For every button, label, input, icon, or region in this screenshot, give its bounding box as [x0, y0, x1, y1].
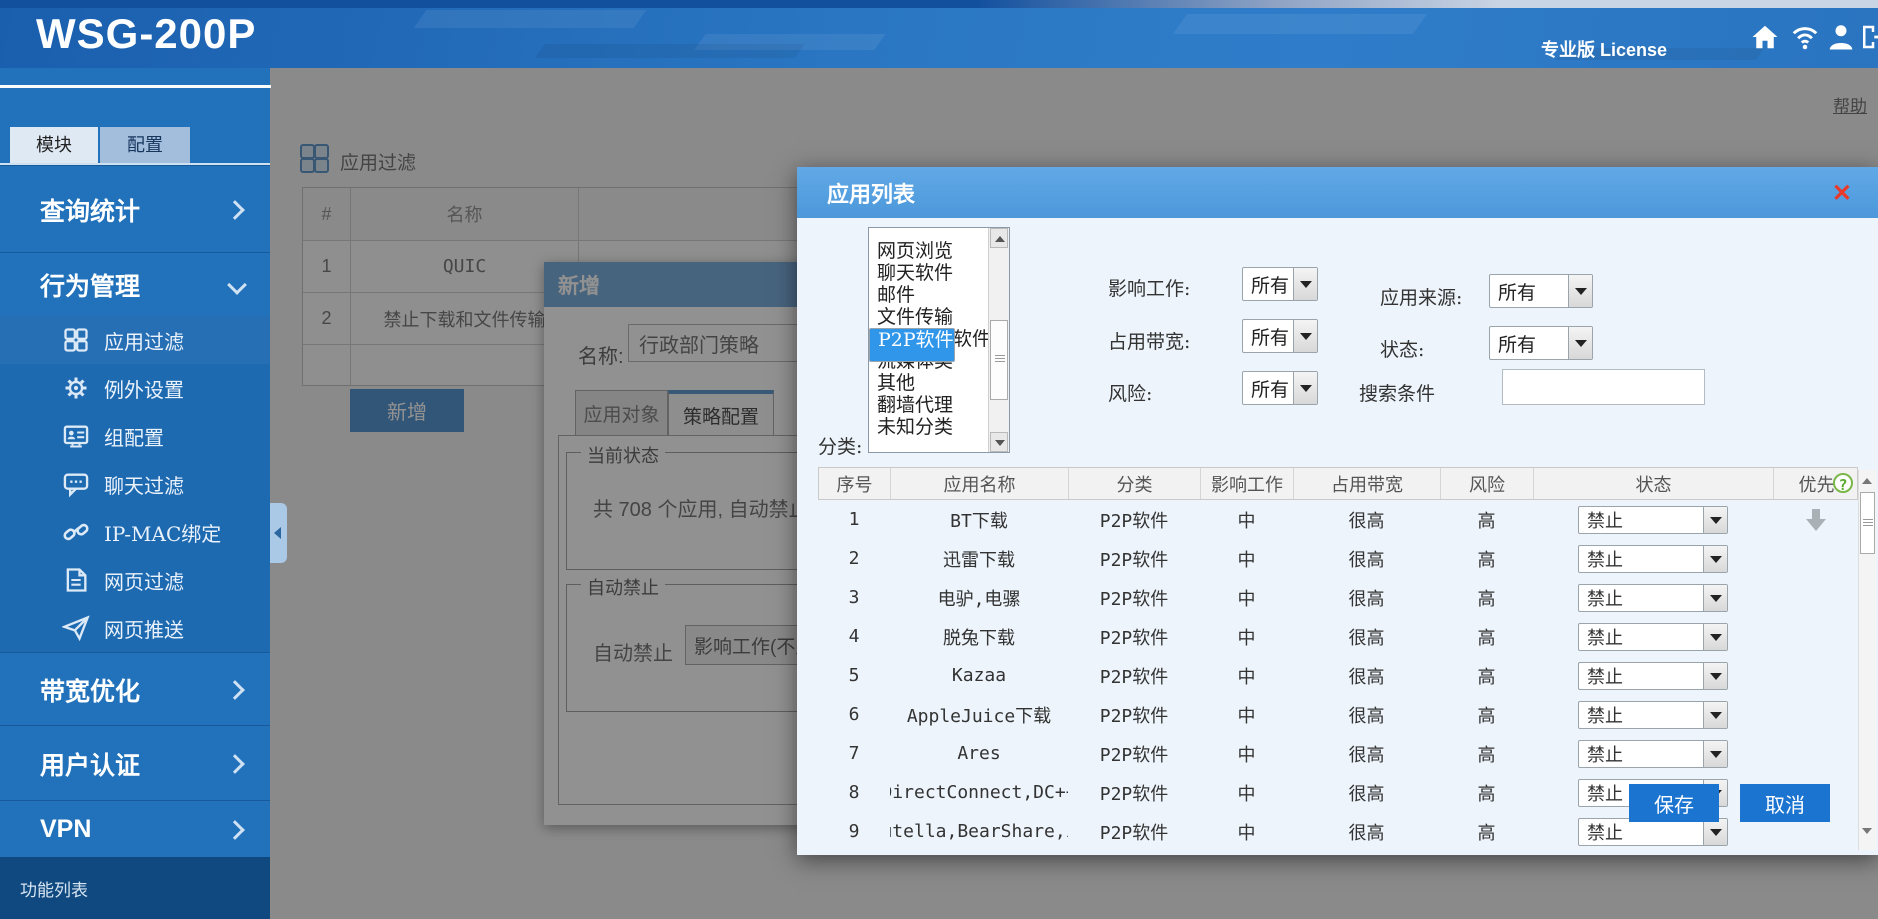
sidebar: 模块 配置 查询统计 行为管理 应用过滤	[0, 68, 270, 919]
behavior-submenu: 应用过滤 例外设置	[0, 316, 270, 652]
sidebar-section-query-stats[interactable]: 查询统计	[0, 165, 270, 253]
bandwidth-filter-label: 占用带宽:	[1108, 327, 1190, 354]
sidebar-tab-module[interactable]: 模块	[10, 127, 98, 163]
listbox-scrollbar[interactable]	[988, 228, 1009, 452]
application-row: 1BT下载 P2P软件中 很高高 禁止	[818, 500, 1858, 539]
cancel-button[interactable]: 取消	[1740, 784, 1830, 822]
wsg-admin-page: WSG-200P 专业版 License 模块 配置 查询统计	[0, 0, 1878, 919]
dropdown-arrow-icon	[1703, 702, 1727, 728]
scroll-down-button[interactable]	[990, 432, 1008, 452]
grid-icon	[62, 326, 90, 354]
sidebar-item-exceptions[interactable]: 例外设置	[0, 364, 270, 412]
logout-icon[interactable]	[1858, 22, 1878, 52]
priority-down-icon[interactable]	[1802, 507, 1830, 533]
user-icon[interactable]	[1826, 22, 1856, 52]
scrollbar-thumb[interactable]	[990, 320, 1008, 400]
dropdown-arrow-icon	[1293, 320, 1317, 352]
application-row: 6AppleJuice下载 P2P软件中 很高高 禁止	[818, 695, 1858, 734]
dropdown-arrow-icon	[1703, 624, 1727, 650]
bandwidth-filter-select[interactable]: 所有	[1242, 319, 1318, 353]
risk-filter-label: 风险:	[1108, 379, 1152, 406]
app-logo: WSG-200P	[36, 10, 256, 58]
chevron-right-icon	[225, 680, 245, 700]
application-row: 7Ares P2P软件中 很高高 禁止	[818, 734, 1858, 773]
sidebar-section-vpn[interactable]: VPN	[0, 800, 270, 858]
dropdown-arrow-icon	[1703, 585, 1727, 611]
sidebar-item-group-config[interactable]: 组配置	[0, 412, 270, 460]
dropdown-arrow-icon	[1703, 819, 1727, 845]
home-icon[interactable]	[1750, 22, 1780, 52]
category-option-selected[interactable]: P2P软件	[869, 328, 955, 362]
category-label: 分类:	[818, 432, 862, 459]
application-row: 2迅雷下载 P2P软件中 很高高 禁止	[818, 539, 1858, 578]
scroll-up-button[interactable]	[990, 228, 1008, 248]
dropdown-arrow-icon	[1293, 268, 1317, 300]
dropdown-arrow-icon	[1703, 546, 1727, 572]
dropdown-arrow-icon	[1703, 663, 1727, 689]
modal-titlebar: 应用列表 ✕	[797, 167, 1878, 218]
chevron-right-icon	[225, 754, 245, 774]
chevron-down-icon	[227, 275, 247, 295]
status-select[interactable]: 禁止	[1578, 701, 1728, 729]
status-filter-select[interactable]: 所有	[1489, 326, 1593, 360]
sidebar-item-chat-filter[interactable]: 聊天过滤	[0, 460, 270, 508]
application-row: 5Kazaa P2P软件中 很高高 禁止	[818, 656, 1858, 695]
sidebar-item-app-filter[interactable]: 应用过滤	[0, 316, 270, 364]
sidebar-tab-config[interactable]: 配置	[100, 127, 190, 163]
collapse-arrow-icon	[274, 527, 281, 539]
link-icon	[62, 518, 90, 546]
wifi-icon[interactable]	[1788, 22, 1822, 52]
status-select[interactable]: 禁止	[1578, 584, 1728, 612]
sidebar-item-ip-mac-binding[interactable]: IP-MAC绑定	[0, 508, 270, 556]
scrollbar-thumb[interactable]	[1860, 492, 1875, 554]
sidebar-item-web-push[interactable]: 网页推送	[0, 604, 270, 652]
source-filter-label: 应用来源:	[1380, 283, 1462, 310]
sidebar-collapse-handle[interactable]	[270, 503, 287, 563]
application-table-header: 序号 应用名称 分类 影响工作 占用带宽 风险 状态 优先 ?	[818, 467, 1858, 500]
risk-filter-select[interactable]: 所有	[1242, 371, 1318, 405]
dropdown-arrow-icon	[1703, 741, 1727, 767]
status-select[interactable]: 禁止	[1578, 623, 1728, 651]
top-header: WSG-200P 专业版 License	[0, 0, 1878, 68]
status-select[interactable]: 禁止	[1578, 506, 1728, 534]
chevron-right-icon	[225, 820, 245, 840]
dropdown-arrow-icon	[1293, 372, 1317, 404]
source-filter-select[interactable]: 所有	[1489, 274, 1593, 308]
search-label: 搜索条件	[1359, 379, 1435, 406]
sidebar-top-line	[0, 85, 271, 88]
paper-plane-icon	[62, 614, 90, 642]
application-list-modal: 应用列表 ✕ 网页浏览 聊天软件 邮件 文件传输 P2P软件 游戏股票软件 流媒…	[797, 167, 1878, 855]
sidebar-section-user-auth[interactable]: 用户认证	[0, 725, 270, 801]
help-question-icon[interactable]: ?	[1833, 473, 1853, 493]
application-row: 4脱兔下载 P2P软件中 很高高 禁止	[818, 617, 1858, 656]
application-row: 3电驴,电骡 P2P软件中 很高高 禁止	[818, 578, 1858, 617]
dropdown-arrow-icon	[1703, 507, 1727, 533]
dropdown-arrow-icon	[1568, 327, 1592, 359]
chat-bubble-icon	[62, 470, 90, 498]
license-label: 专业版 License	[1541, 36, 1667, 62]
save-button[interactable]: 保存	[1629, 784, 1719, 822]
gear-icon	[62, 374, 90, 402]
status-select[interactable]: 禁止	[1578, 740, 1728, 768]
group-card-icon	[62, 422, 90, 450]
page-icon	[62, 566, 90, 594]
impact-filter-label: 影响工作:	[1108, 274, 1190, 301]
sidebar-section-behavior[interactable]: 行为管理	[0, 252, 270, 317]
status-filter-label: 状态:	[1380, 335, 1424, 362]
category-listbox[interactable]: 网页浏览 聊天软件 邮件 文件传输 P2P软件 游戏股票软件 流媒体类 其他 翻…	[868, 227, 1010, 453]
table-scrollbar[interactable]	[1858, 470, 1876, 850]
search-input[interactable]	[1502, 369, 1705, 405]
sidebar-footer-function-list[interactable]: 功能列表	[0, 857, 270, 919]
status-select[interactable]: 禁止	[1578, 662, 1728, 690]
dropdown-arrow-icon	[1568, 275, 1592, 307]
chevron-right-icon	[225, 200, 245, 220]
modal-title: 应用列表	[827, 177, 915, 209]
status-select[interactable]: 禁止	[1578, 545, 1728, 573]
sidebar-section-bandwidth[interactable]: 带宽优化	[0, 652, 270, 726]
sidebar-item-web-filter[interactable]: 网页过滤	[0, 556, 270, 604]
close-icon[interactable]: ✕	[1832, 179, 1852, 208]
impact-filter-select[interactable]: 所有	[1242, 267, 1318, 301]
browser-top-strip	[0, 0, 1878, 8]
